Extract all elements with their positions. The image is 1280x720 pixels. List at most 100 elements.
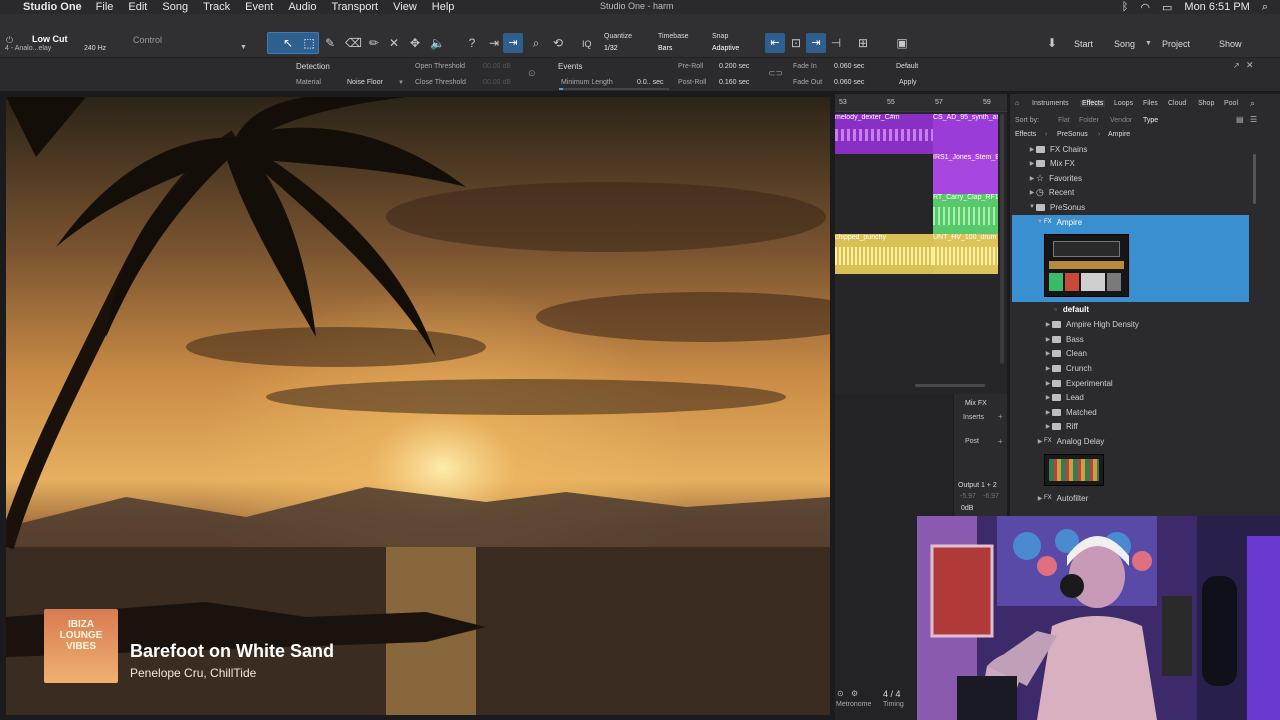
tree-item-preset-folder[interactable]: ▶ Experimental bbox=[1010, 376, 1113, 390]
add-post-icon[interactable]: + bbox=[998, 437, 1003, 446]
timeline-ruler[interactable] bbox=[835, 94, 1007, 112]
listen-tool-icon[interactable]: 🔈 bbox=[430, 36, 445, 50]
menu-help[interactable]: Help bbox=[432, 1, 455, 13]
tree-item-preset-folder[interactable]: ▶ Riff bbox=[1010, 419, 1078, 433]
gain-value[interactable]: 0dB bbox=[961, 505, 973, 512]
expand-arrow-icon[interactable]: ▶ bbox=[1044, 423, 1052, 430]
menu-audio[interactable]: Audio bbox=[288, 1, 316, 13]
project-button[interactable]: Project bbox=[1162, 39, 1190, 49]
show-button[interactable]: Show bbox=[1219, 39, 1242, 49]
expand-arrow-icon[interactable]: ▶ bbox=[1036, 495, 1044, 502]
timebase-value[interactable]: Bars bbox=[658, 45, 672, 52]
clip[interactable]: melody_dexter_C#m bbox=[835, 114, 933, 154]
clip[interactable]: UNT_HV_100_drum bbox=[933, 234, 998, 274]
sort-flat[interactable]: Flat bbox=[1058, 117, 1070, 124]
noise-floor-select[interactable]: Noise Floor bbox=[347, 79, 383, 86]
split-icon[interactable]: ⊣ bbox=[829, 36, 843, 50]
apply-button[interactable]: Apply bbox=[899, 79, 917, 86]
collapse-arrow-icon[interactable]: ▼ bbox=[1036, 219, 1044, 225]
sort-type[interactable]: Type bbox=[1143, 117, 1158, 124]
song-button[interactable]: Song bbox=[1114, 39, 1135, 49]
menu-transport[interactable]: Transport bbox=[331, 1, 378, 13]
mix-fx-label[interactable]: Mix FX bbox=[965, 400, 987, 407]
grid-icon[interactable]: ⊞ bbox=[856, 36, 870, 50]
tree-item-preset-folder[interactable]: ▶ Crunch bbox=[1010, 361, 1092, 375]
expand-arrow-icon[interactable]: ▶ bbox=[1044, 336, 1052, 343]
tab-pool[interactable]: Pool bbox=[1224, 100, 1238, 107]
metronome-icon[interactable]: ⊙ bbox=[837, 689, 844, 698]
loop-icon[interactable]: ⟲ bbox=[551, 36, 565, 50]
tab-effects[interactable]: Effects bbox=[1080, 100, 1106, 107]
post-label[interactable]: Post bbox=[965, 438, 979, 445]
menu-event[interactable]: Event bbox=[245, 1, 273, 13]
snap-value[interactable]: Adaptive bbox=[712, 45, 739, 52]
control-label[interactable]: Control bbox=[133, 35, 162, 45]
paint-tool-icon[interactable]: ✏ bbox=[367, 36, 381, 50]
bend-tool-icon[interactable]: ✥ bbox=[408, 36, 422, 50]
pre-roll-value[interactable]: 0.200 sec bbox=[719, 63, 749, 70]
fade-in-value[interactable]: 0.060 sec bbox=[834, 63, 864, 70]
min-length-value[interactable]: 0.0.. sec bbox=[637, 79, 663, 86]
output-label[interactable]: Output 1 + 2 bbox=[958, 482, 997, 489]
iq-label[interactable]: IQ bbox=[582, 39, 592, 49]
expand-arrow-icon[interactable]: ▶ bbox=[1044, 350, 1052, 357]
split-tool-icon[interactable]: ✎ bbox=[323, 36, 337, 50]
list-view-icon[interactable]: ▤ bbox=[1236, 115, 1244, 124]
tree-item-preset-folder[interactable]: ▶ Matched bbox=[1010, 405, 1097, 419]
tree-item-preset-folder[interactable]: ▶ Ampire High Density bbox=[1010, 317, 1139, 331]
bluetooth-icon[interactable]: ᛒ bbox=[1122, 1, 1129, 13]
post-roll-value[interactable]: 0.160 sec bbox=[719, 79, 749, 86]
song-dropdown-icon[interactable]: ▼ bbox=[1145, 40, 1152, 47]
expand-arrow-icon[interactable]: ▶ bbox=[1028, 146, 1036, 153]
menu-edit[interactable]: Edit bbox=[128, 1, 147, 13]
snap-cursor-button[interactable]: ⇥ bbox=[806, 33, 826, 53]
clip[interactable]: IRS1_Jones_Stem_Bi bbox=[933, 154, 998, 194]
min-length-slider[interactable] bbox=[559, 88, 669, 90]
wifi-icon[interactable]: ◠ bbox=[1140, 1, 1150, 14]
clip[interactable]: RT_Carry_Clap_RF1 bbox=[933, 194, 998, 234]
inserts-label[interactable]: Inserts bbox=[963, 414, 984, 421]
tab-files[interactable]: Files bbox=[1143, 100, 1158, 107]
start-button[interactable]: Start bbox=[1074, 39, 1093, 49]
tree-item-mix-fx[interactable]: ▶ Mix FX bbox=[1010, 156, 1075, 170]
expand-arrow-icon[interactable]: ▶ bbox=[1036, 438, 1044, 445]
expand-arrow-icon[interactable]: ▶ bbox=[1044, 380, 1052, 387]
snap-grid-button[interactable]: ⇤ bbox=[765, 33, 785, 53]
search-icon[interactable]: ⌕ bbox=[1262, 1, 1268, 14]
menu-file[interactable]: File bbox=[96, 1, 114, 13]
sort-vendor[interactable]: Vendor bbox=[1110, 117, 1132, 124]
quantize-value[interactable]: 1/32 bbox=[604, 45, 618, 52]
mute-tool-icon[interactable]: ✕ bbox=[387, 36, 401, 50]
close-icon[interactable]: ✕ bbox=[1246, 60, 1254, 71]
expand-arrow-icon[interactable]: ▶ bbox=[1044, 394, 1052, 401]
tree-item-analog-delay[interactable]: ▶ FX Analog Delay bbox=[1010, 434, 1105, 448]
tab-instruments[interactable]: Instruments bbox=[1032, 100, 1069, 107]
default-button[interactable]: Default bbox=[896, 63, 918, 70]
clip[interactable]: chipped_punchy bbox=[835, 234, 933, 274]
save-icon[interactable]: ▣ bbox=[895, 36, 909, 50]
metronome-settings-icon[interactable]: ⚙ bbox=[851, 689, 858, 698]
expand-arrow-icon[interactable]: ▶ bbox=[1044, 321, 1052, 328]
tree-item-fx-chains[interactable]: ▶ FX Chains bbox=[1010, 142, 1088, 156]
clock[interactable]: Mon 6:51 PM bbox=[1184, 1, 1249, 13]
sort-folder[interactable]: Folder bbox=[1079, 117, 1099, 124]
open-threshold-value[interactable]: 00.00 dB bbox=[483, 63, 511, 70]
time-signature[interactable]: 4 / 4 bbox=[883, 689, 901, 699]
eraser-tool-icon[interactable]: ⌫ bbox=[345, 36, 362, 50]
tree-item-favorites[interactable]: ▶ ☆ Favorites bbox=[1010, 171, 1082, 185]
zoom-icon[interactable]: ⌕ bbox=[529, 36, 543, 50]
add-insert-icon[interactable]: + bbox=[998, 412, 1003, 421]
threshold-link-icon[interactable]: ⊙ bbox=[528, 68, 536, 79]
tab-loops[interactable]: Loops bbox=[1114, 100, 1133, 107]
tab-cloud[interactable]: Cloud bbox=[1168, 100, 1186, 107]
battery-icon[interactable]: ▭ bbox=[1162, 1, 1172, 14]
tree-item-presonus[interactable]: ▼ PreSonus bbox=[1010, 200, 1085, 214]
breadcrumb-ampire[interactable]: Ampire bbox=[1108, 131, 1130, 138]
menu-song[interactable]: Song bbox=[162, 1, 188, 13]
expand-arrow-icon[interactable]: ▶ bbox=[1044, 365, 1052, 372]
autoscroll-icon[interactable]: ⇥ bbox=[487, 36, 501, 50]
preset-name[interactable]: Low Cut bbox=[32, 34, 68, 44]
range-tool-icon[interactable]: ⬚ bbox=[302, 36, 316, 50]
breadcrumb-presonus[interactable]: PreSonus bbox=[1057, 131, 1088, 138]
tree-item-default[interactable]: ▫ default bbox=[1010, 302, 1089, 316]
